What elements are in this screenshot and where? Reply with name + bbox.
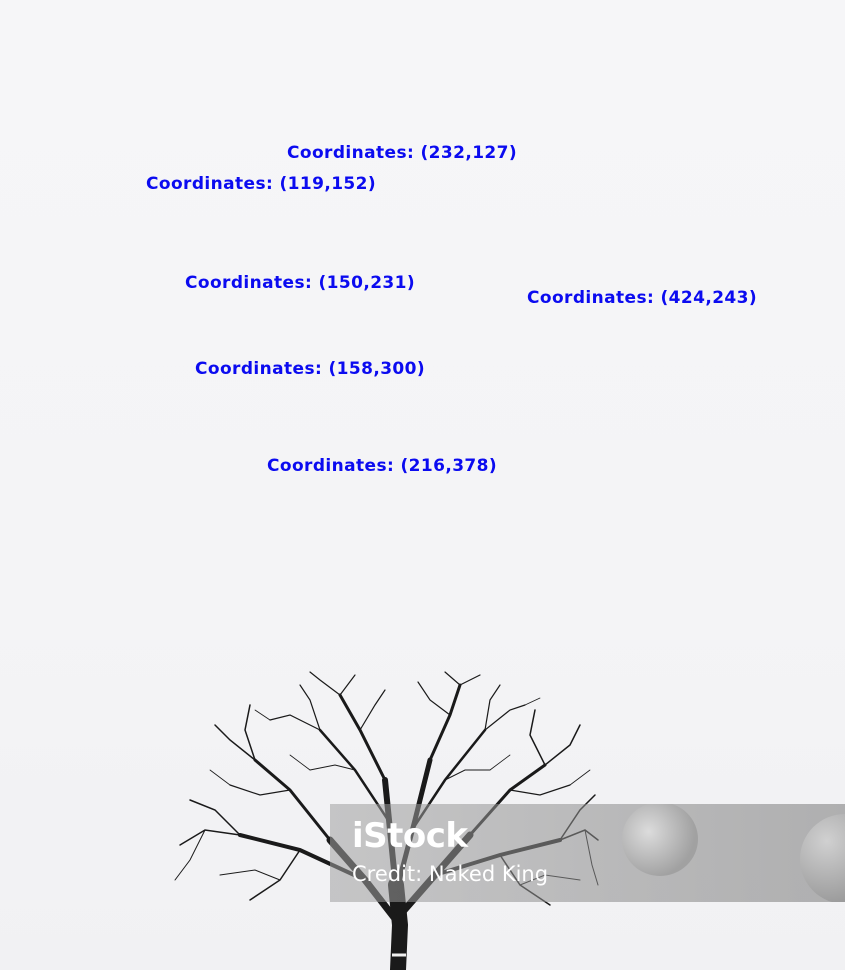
coordinate-label: Coordinates: (232,127) bbox=[287, 143, 518, 163]
watermark-decoration bbox=[800, 814, 845, 902]
istock-logo: iStock bbox=[352, 816, 468, 856]
coordinate-label: Coordinates: (119,152) bbox=[146, 174, 377, 194]
coordinate-label: Coordinates: (216,378) bbox=[267, 456, 498, 476]
coordinate-label: Coordinates: (158,300) bbox=[195, 359, 426, 379]
stock-watermark-banner: iStock Credit: Naked King bbox=[330, 804, 845, 902]
photo-credit: Credit: Naked King bbox=[352, 862, 549, 886]
watermark-decoration bbox=[622, 804, 698, 876]
coordinate-label: Coordinates: (150,231) bbox=[185, 273, 416, 293]
coordinate-label: Coordinates: (424,243) bbox=[527, 288, 758, 308]
